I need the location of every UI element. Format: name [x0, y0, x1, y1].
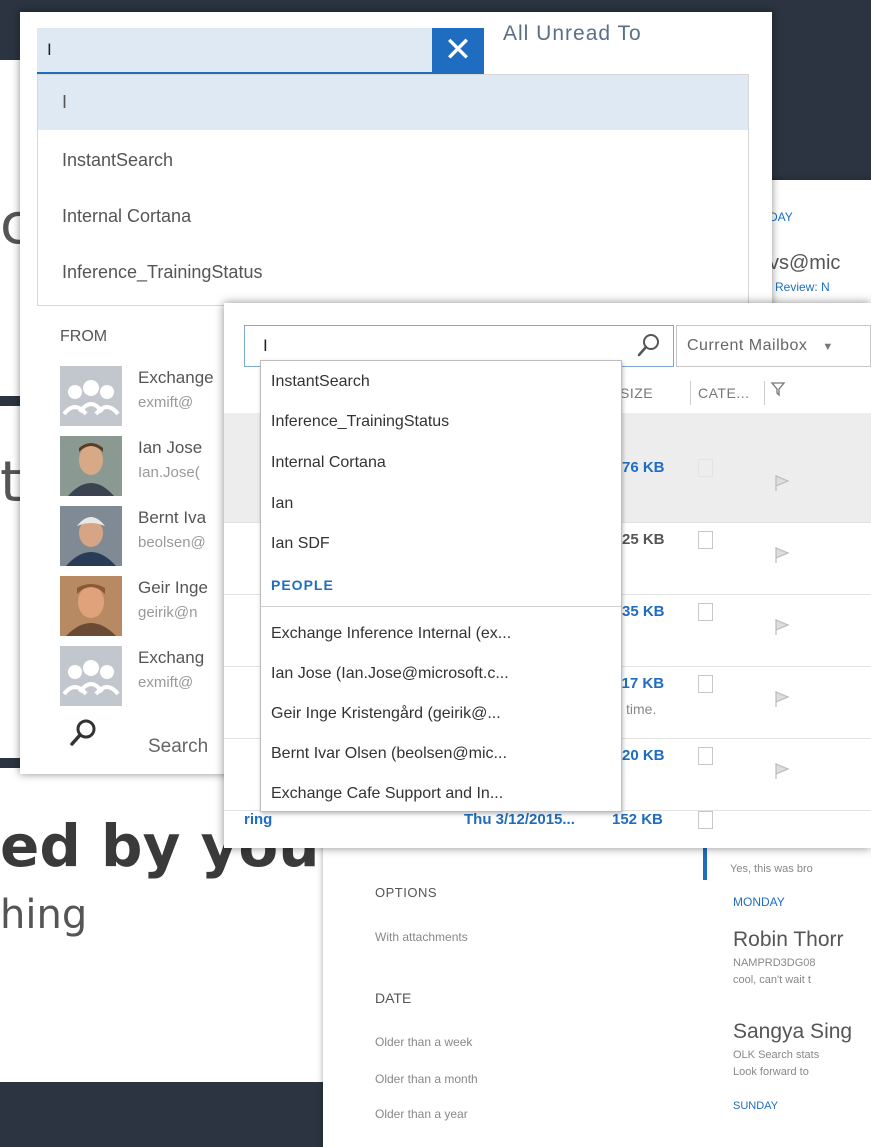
person-email: Ian.Jose(: [138, 464, 200, 481]
scope-label: Current Mailbox: [687, 337, 808, 354]
message-sender[interactable]: Robin Thorr: [733, 928, 844, 952]
day-label: SUNDAY: [733, 1100, 779, 1112]
flag-icon[interactable]: [772, 473, 792, 493]
date-header: DATE: [375, 990, 412, 1006]
day-label: MONDAY: [733, 895, 785, 909]
close-icon: ✕: [443, 31, 473, 69]
email-snippet-link[interactable]: Review: N: [775, 280, 830, 294]
people-suggestion[interactable]: Ian Jose (Ian.Jose@microsoft.c...: [271, 665, 509, 683]
suggestion-item[interactable]: Inference_TrainingStatus: [38, 245, 748, 300]
suggestion-item[interactable]: Internal Cortana: [271, 454, 386, 472]
search-input-value: I: [47, 40, 52, 59]
date-option[interactable]: Older than a year: [375, 1107, 468, 1121]
message-search-panel: I Current Mailbox ▼ SIZE CATE... 76 KB 2…: [224, 303, 871, 848]
message-subject: NAMPRD3DG08: [733, 957, 816, 969]
day-label: DAY: [769, 210, 793, 224]
suggestion-item[interactable]: Internal Cortana: [38, 189, 748, 244]
message-sender[interactable]: Sangya Sing: [733, 1020, 852, 1044]
background-band-right: [760, 0, 871, 180]
message-size: 35 KB: [622, 603, 665, 620]
message-date: Thu 3/12/2015...: [464, 811, 575, 828]
people-suggestion[interactable]: Geir Inge Kristengård (geirik@...: [271, 705, 501, 723]
column-categories[interactable]: CATE...: [698, 385, 749, 401]
category-checkbox[interactable]: [698, 811, 713, 829]
date-option[interactable]: Older than a month: [375, 1072, 478, 1086]
message-preview: Look forward to: [733, 1066, 809, 1078]
message-subject: OLK Search stats: [733, 1049, 820, 1061]
message-size: 20 KB: [622, 747, 665, 764]
search-icon[interactable]: [636, 332, 662, 358]
suggestion-item[interactable]: InstantSearch: [38, 133, 748, 188]
search-input-value: I: [263, 336, 268, 355]
person-email: geirik@n: [138, 604, 198, 621]
people-header: PEOPLE: [271, 577, 334, 593]
options-header: OPTIONS: [375, 885, 438, 900]
people-suggestion[interactable]: Bernt Ivar Olsen (beolsen@mic...: [271, 745, 507, 763]
message-size: 25 KB: [622, 531, 665, 548]
autocomplete-dropdown: InstantSearch Inference_TrainingStatus I…: [260, 360, 622, 812]
avatar: [60, 506, 122, 566]
background-letter: t: [0, 450, 22, 515]
people-suggestion[interactable]: Exchange Cafe Support and In...: [271, 785, 503, 803]
message-preview: cool, can't wait t: [733, 974, 811, 986]
group-avatar: [60, 646, 122, 706]
message-snippet: Yes, this was bro: [730, 863, 813, 875]
person-name: Bernt Iva: [138, 508, 207, 527]
date-option[interactable]: Older than a week: [375, 1035, 472, 1049]
from-header: FROM: [60, 328, 108, 345]
filter-flag-icon[interactable]: [770, 381, 786, 400]
search-input[interactable]: I: [37, 28, 432, 74]
person-name: Exchange: [138, 368, 214, 387]
chevron-down-icon: ▼: [822, 341, 834, 353]
person-email: exmift@: [138, 394, 194, 411]
person-name: Geir Inge: [138, 578, 208, 597]
category-checkbox[interactable]: [698, 459, 713, 477]
clear-search-button[interactable]: ✕: [432, 28, 484, 74]
suggestion-item[interactable]: I: [38, 75, 748, 130]
flag-icon[interactable]: [772, 689, 792, 709]
suggestion-item[interactable]: Ian SDF: [271, 535, 330, 553]
category-checkbox[interactable]: [698, 747, 713, 765]
message-size: 76 KB: [622, 459, 665, 476]
suggestion-item[interactable]: Ian: [271, 495, 293, 513]
column-divider: [764, 381, 765, 405]
category-checkbox[interactable]: [698, 675, 713, 693]
search-scope-dropdown[interactable]: Current Mailbox ▼: [676, 325, 871, 367]
dropdown-divider: [261, 606, 621, 607]
background-subtext: hing: [0, 892, 88, 938]
person-email: beolsen@: [138, 534, 206, 551]
group-avatar: [60, 366, 122, 426]
flag-icon[interactable]: [772, 617, 792, 637]
mail-filter-tabs[interactable]: All Unread To: [503, 22, 642, 46]
suggestion-item[interactable]: InstantSearch: [271, 373, 370, 391]
avatar: [60, 436, 122, 496]
category-checkbox[interactable]: [698, 531, 713, 549]
selection-indicator: [703, 848, 707, 880]
with-attachments-option[interactable]: With attachments: [375, 930, 468, 944]
column-size[interactable]: SIZE: [620, 385, 653, 401]
screenshot-stage: c t ed by you hing DAY vs@mic Review: N …: [0, 0, 871, 1147]
email-snippet: vs@mic: [769, 252, 841, 274]
search-people-label[interactable]: Search: [148, 736, 208, 758]
message-subject: ring: [244, 811, 273, 828]
person-name: Exchang: [138, 648, 205, 667]
avatar: [60, 576, 122, 636]
category-checkbox[interactable]: [698, 603, 713, 621]
people-suggestion[interactable]: Exchange Inference Internal (ex...: [271, 625, 511, 643]
message-snippet: time.: [626, 701, 657, 717]
flag-icon[interactable]: [772, 545, 792, 565]
column-divider: [690, 381, 691, 405]
message-size: 152 KB: [612, 811, 663, 828]
flag-icon[interactable]: [772, 761, 792, 781]
search-icon[interactable]: [68, 718, 98, 748]
person-name: Ian Jose: [138, 438, 203, 457]
person-email: exmift@: [138, 674, 194, 691]
suggestion-item[interactable]: Inference_TrainingStatus: [271, 413, 449, 431]
suggestion-dropdown: I InstantSearch Internal Cortana Inferen…: [37, 74, 749, 306]
